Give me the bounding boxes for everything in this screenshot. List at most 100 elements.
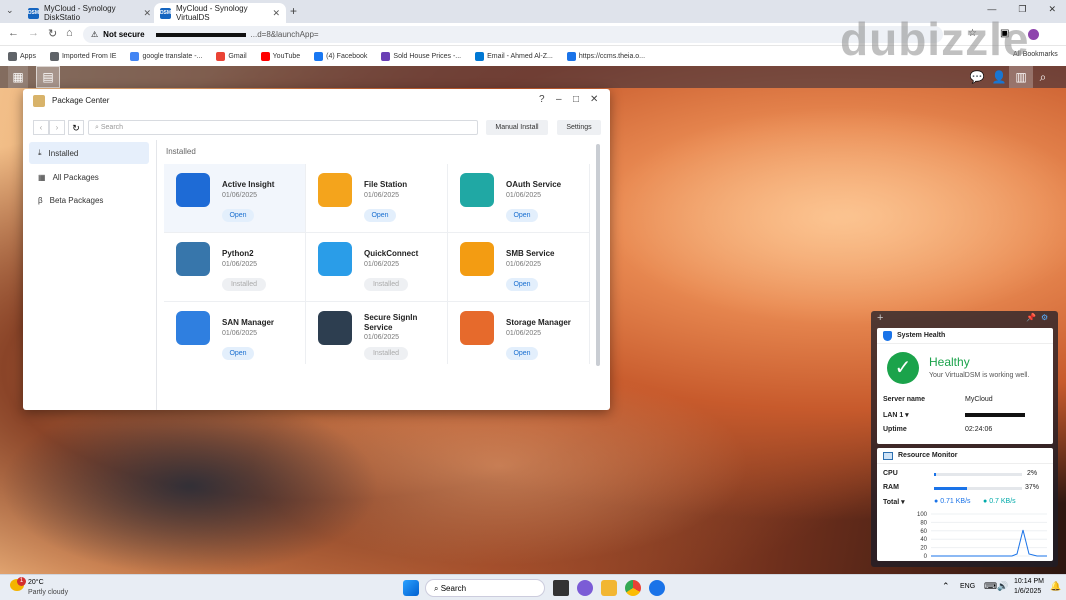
beta-icon: β [38, 195, 43, 205]
bookmark-item[interactable]: Apps [8, 51, 36, 61]
search-input[interactable]: ⌕ Search [88, 120, 478, 135]
close-tab-icon[interactable]: ✕ [143, 8, 151, 19]
package-card[interactable]: Secure SignIn Service 01/06/2025 Installed [306, 302, 448, 364]
close-icon[interactable]: ✕ [590, 94, 598, 105]
y-tick-label: 60 [920, 529, 927, 535]
help-app-icon[interactable] [649, 580, 665, 596]
lan-label[interactable]: LAN 1 ▾ [883, 411, 909, 419]
bookmark-item[interactable]: Sold House Prices -... [381, 51, 461, 61]
windows-start-icon[interactable] [403, 580, 419, 596]
manual-install-button[interactable]: Manual Install [486, 120, 548, 135]
settings-button[interactable]: Settings [557, 120, 601, 135]
open-button[interactable]: Open [506, 347, 538, 360]
section-heading: Installed [166, 147, 196, 156]
tab-label: MyCloud - Synology VirtualDS [176, 4, 248, 22]
package-card[interactable]: OAuth Service 01/06/2025 Open [448, 164, 590, 233]
tray-chevron-icon[interactable]: ⌃ [942, 581, 950, 592]
weather-desc: Partly cloudy [28, 589, 69, 596]
panel-settings-icon[interactable]: ⚙ [1041, 313, 1048, 322]
ram-label: RAM [883, 484, 899, 491]
reload-icon[interactable]: ↻ [48, 27, 57, 40]
package-card[interactable]: QuickConnect 01/06/2025 Installed [306, 233, 448, 302]
shield-icon [883, 330, 892, 341]
clock-date[interactable]: 1/6/2025 [1014, 588, 1041, 595]
language-indicator[interactable]: ENG [960, 583, 975, 590]
pin-icon[interactable]: 📌 [1026, 313, 1036, 322]
bookmark-item[interactable]: Gmail [216, 51, 247, 61]
package-card[interactable]: Active Insight 01/06/2025 Open [164, 164, 306, 233]
sidebar-item-installed[interactable]: ⤓ Installed [29, 142, 149, 164]
browser-tab-1[interactable]: DSM MyCloud - Synology DiskStatio ✕ [22, 3, 157, 23]
close-tab-icon[interactable]: ✕ [272, 8, 280, 19]
maximize-icon[interactable]: □ [573, 94, 579, 105]
sidebar-item-beta-packages[interactable]: β Beta Packages [29, 189, 149, 211]
taskbar-search-label: Search [440, 584, 467, 593]
package-card[interactable]: Storage Manager 01/06/2025 Open [448, 302, 590, 364]
package-date: 01/06/2025 [364, 192, 400, 199]
add-widget-icon[interactable]: + [877, 312, 883, 324]
bookmark-item[interactable]: YouTube [260, 51, 300, 61]
sidebar-item-all-packages[interactable]: ▦ All Packages [29, 166, 149, 188]
bookmark-icon [566, 51, 576, 61]
task-view-icon[interactable] [553, 580, 569, 596]
back-icon[interactable]: ← [8, 27, 19, 39]
package-center-task-icon[interactable]: ▤ [36, 66, 60, 88]
tab-list-icon[interactable]: ⌄ [6, 5, 14, 16]
close-icon[interactable]: ✕ [1048, 4, 1056, 15]
open-button[interactable]: Open [222, 209, 254, 222]
home-icon[interactable]: ⌂ [66, 27, 73, 39]
dsm-main-menu-icon[interactable]: ▦ [8, 66, 28, 88]
clock-time[interactable]: 10:14 PM [1014, 578, 1044, 585]
search-icon[interactable]: ⌕ [1031, 66, 1055, 88]
url-field[interactable]: ⚠ Not secure ...d=8&launchApp= [83, 26, 943, 43]
network-icon[interactable]: ⌨ [984, 581, 997, 592]
bookmark-item[interactable]: (4) Facebook [314, 51, 367, 61]
open-button[interactable]: Open [506, 278, 538, 291]
total-label[interactable]: Total ▾ [883, 498, 905, 506]
package-name: Secure SignIn Service [364, 313, 418, 332]
sidebar-item-label: Beta Packages [49, 195, 104, 205]
minimize-icon[interactable]: – [556, 94, 562, 105]
open-button[interactable]: Open [364, 209, 396, 222]
refresh-button[interactable]: ↻ [68, 120, 84, 135]
window-title: Package Center [52, 96, 110, 105]
y-tick-label: 40 [920, 537, 927, 543]
new-tab-button[interactable]: + [290, 4, 297, 18]
open-button[interactable]: Open [222, 347, 254, 360]
ram-bar [934, 487, 1022, 490]
y-tick-label: 100 [917, 512, 928, 518]
package-card[interactable]: SMB Service 01/06/2025 Open [448, 233, 590, 302]
package-card[interactable]: SAN Manager 01/06/2025 Open [164, 302, 306, 364]
profile-avatar[interactable] [1028, 29, 1039, 40]
browser-tab-2[interactable]: DSM MyCloud - Synology VirtualDS ✕ [154, 3, 286, 23]
taskbar-search[interactable]: ⌕ Search [425, 579, 545, 597]
back-button[interactable]: ‹ [33, 120, 49, 135]
open-button[interactable]: Open [506, 209, 538, 222]
package-icon [176, 311, 210, 345]
chrome-icon[interactable] [625, 580, 641, 596]
copilot-icon[interactable] [577, 580, 593, 596]
not-secure-label: Not secure [103, 30, 145, 39]
package-card[interactable]: File Station 01/06/2025 Open [306, 164, 448, 233]
forward-icon[interactable]: → [28, 27, 39, 39]
bookmark-item[interactable]: https://ccms.theia.o... [566, 51, 645, 61]
bookmark-item[interactable]: google translate -... [130, 51, 202, 61]
bookmark-label: Email - Ahmed Al-Z... [487, 52, 553, 60]
chat-icon[interactable]: 💬 [965, 66, 989, 88]
notifications-icon[interactable]: 🔔 [1050, 581, 1061, 592]
package-name: Storage Manager [506, 318, 571, 327]
file-explorer-icon[interactable] [601, 580, 617, 596]
user-icon[interactable]: 👤 [987, 66, 1011, 88]
bookmark-item[interactable]: Imported From IE [49, 51, 116, 61]
help-icon[interactable]: ? [539, 94, 545, 105]
package-card[interactable]: Python2 01/06/2025 Installed [164, 233, 306, 302]
forward-button[interactable]: › [49, 120, 65, 135]
widgets-icon[interactable]: ▥ [1009, 66, 1033, 88]
bookmark-item[interactable]: Email - Ahmed Al-Z... [475, 51, 553, 61]
monitor-icon [883, 451, 893, 460]
scrollbar[interactable] [596, 144, 600, 366]
volume-icon[interactable]: 🔊 [997, 581, 1008, 592]
ram-value: 37% [1025, 484, 1040, 491]
cpu-bar [934, 473, 1022, 476]
upload-rate-value: 0.71 KB/s [940, 498, 971, 505]
